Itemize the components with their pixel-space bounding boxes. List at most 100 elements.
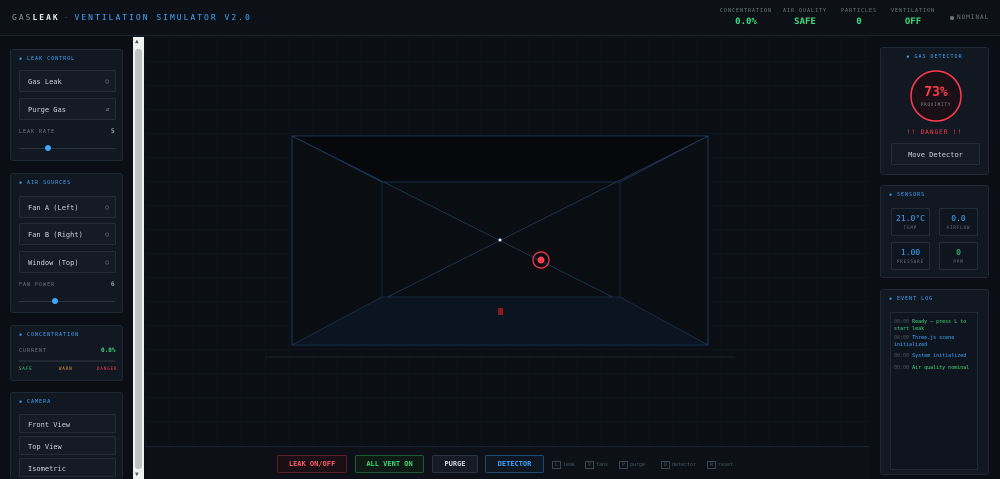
leak-control-panel: ▪ LEAK CONTROL Gas Leak ○ Purge Gas ↺ LE… [10, 49, 123, 161]
detector-button[interactable]: DETECTOR [485, 455, 544, 473]
log-entry: 00:00 Three.js scene initialized [894, 335, 955, 348]
3d-viewport[interactable] [145, 37, 869, 445]
sensor-value: 0 [956, 248, 961, 257]
danger-warning: !! DANGER !! [906, 129, 963, 136]
stat-particles: PARTICLES 0 [837, 8, 881, 27]
log-entry: 00:00 System initialized [894, 353, 967, 359]
refresh-icon: ↺ [105, 106, 109, 113]
scale-safe: SAFE [19, 366, 33, 371]
scroll-down-icon[interactable]: ▼ [135, 471, 139, 478]
window-button[interactable]: Window (Top) ○ [19, 251, 116, 273]
app-subtitle: VENTILATION SIMULATOR V2.0 [74, 13, 252, 22]
shortcut-hint: Ddetector [661, 461, 696, 469]
fan-power-value: 6 [111, 281, 115, 288]
room-scene [145, 37, 869, 445]
leak-toggle-button[interactable]: LEAK ON/OFF [277, 455, 347, 473]
isometric-button[interactable]: Isometric [19, 458, 116, 477]
circle-icon: ○ [105, 259, 109, 266]
fan-b-button[interactable]: Fan B (Right) ○ [19, 223, 116, 245]
sensor-airflow: 0.0 AIRFLOW [939, 208, 978, 236]
app-header: GASLEAK · VENTILATION SIMULATOR V2.0 CONCE… [0, 0, 1000, 36]
camera-target [498, 238, 502, 242]
purge-button[interactable]: PURGE [432, 455, 478, 473]
concentration-bar [19, 360, 115, 362]
left-panel-scrollbar[interactable]: ▲ ▼ [133, 37, 144, 479]
air-sources-panel: ▪ AIR SOURCES Fan A (Left) ○ Fan B (Righ… [10, 173, 123, 313]
stat-label: CONCENTRATION [719, 8, 773, 14]
panel-title: ▪ LEAK CONTROL [19, 56, 76, 62]
gas-detector-core[interactable] [537, 256, 545, 264]
event-log-list[interactable]: 00:00 Ready — press L to start leak 00:00… [890, 312, 978, 470]
leak-rate-slider[interactable] [19, 148, 115, 149]
fan-b-label: Fan B (Right) [28, 231, 83, 239]
shortcut-hint: Lleak [552, 461, 575, 469]
stat-concentration: CONCENTRATION 0.0% [718, 8, 774, 27]
sensors-panel: ▪ SENSORS 21.0°C TEMP 0.0 AIRFLOW 1.00 P… [880, 185, 989, 278]
detector-sub: PROXIMITY [920, 102, 952, 107]
sensor-ppm: 0 PPM [939, 242, 978, 270]
panel-title: ▪ AIR SOURCES [19, 180, 72, 186]
front-view-button[interactable]: Front View [19, 414, 116, 433]
scale-danger: DANGER [97, 366, 118, 371]
sensor-temp: 21.0°C TEMP [891, 208, 930, 236]
circle-icon: ○ [105, 78, 109, 85]
stat-label: AIR QUALITY [782, 8, 828, 14]
move-detector-button[interactable]: Move Detector [891, 143, 980, 165]
sensor-label: PRESSURE [896, 259, 925, 264]
panel-title: ▪ GAS DETECTOR [906, 54, 963, 60]
panel-title: ▪ EVENT LOG [889, 296, 934, 302]
fan-power-label: FAN POWER [19, 282, 56, 288]
concentration-panel: ▪ CONCENTRATION CURRENT 0.0% SAFE WARN D… [10, 325, 123, 381]
bottom-toolbar: LEAK ON/OFF ALL VENT ON PURGE DETECTOR L… [145, 446, 869, 479]
circle-icon: ○ [105, 231, 109, 238]
leak-rate-label: LEAK RATE [19, 129, 56, 135]
detector-percent: 73% [924, 85, 948, 100]
camera-panel: ▪ CAMERA Front View Top View Isometric [10, 392, 123, 479]
sensor-label: AIRFLOW [946, 225, 971, 230]
log-entry: 00:00 Ready — press L to start leak [894, 319, 967, 332]
leak-rate-slider-handle[interactable] [44, 145, 51, 151]
stat-air-quality: AIR QUALITY SAFE [780, 8, 830, 27]
fan-power-slider[interactable] [19, 301, 115, 302]
sensor-value: 0.0 [951, 214, 966, 223]
sensor-value: 21.0°C [896, 214, 925, 223]
brand-leak: LEAK [32, 13, 60, 22]
shortcut-hint: Rreset [707, 461, 733, 469]
gas-leak-label: Gas Leak [28, 78, 62, 86]
gas-leak-button[interactable]: Gas Leak ○ [19, 70, 116, 92]
stat-value: 0 [856, 17, 862, 27]
panel-title: ▪ CONCENTRATION [19, 332, 80, 338]
gas-detector-panel: ▪ GAS DETECTOR 73% PROXIMITY !! DANGER !… [880, 47, 989, 175]
scale-warn: WARN [59, 366, 73, 371]
fan-power-slider-handle[interactable] [51, 298, 58, 304]
brand-separator: · [63, 13, 71, 22]
stat-ventilation: VENTILATION OFF [888, 8, 938, 27]
scrollbar-thumb[interactable] [135, 49, 142, 469]
stat-label: VENTILATION [890, 8, 936, 14]
stat-value: OFF [904, 17, 922, 27]
panel-title: ▪ CAMERA [19, 399, 52, 405]
leak-source [498, 308, 503, 315]
fan-a-button[interactable]: Fan A (Left) ○ [19, 196, 116, 218]
sensor-value: 1.00 [900, 248, 921, 257]
sensor-pressure: 1.00 PRESSURE [891, 242, 930, 270]
app-brand: GASLEAK · VENTILATION SIMULATOR V2.0 [12, 13, 252, 22]
top-view-button[interactable]: Top View [19, 436, 116, 455]
front-view-label: Front View [28, 421, 71, 429]
scroll-up-icon[interactable]: ▲ [135, 38, 139, 45]
sensor-label: PPM [953, 259, 964, 264]
status-text: NOMINAL [957, 14, 990, 21]
shortcut-hint: Ppurge [619, 461, 645, 469]
purge-gas-label: Purge Gas [28, 106, 66, 114]
purge-gas-button[interactable]: Purge Gas ↺ [19, 98, 116, 120]
system-status: NOMINAL [950, 14, 989, 21]
stat-label: PARTICLES [840, 8, 878, 14]
fan-a-label: Fan A (Left) [28, 204, 79, 212]
shortcut-hint: Vfans [585, 461, 608, 469]
all-vent-on-button[interactable]: ALL VENT ON [355, 455, 424, 473]
current-label: CURRENT [19, 348, 48, 354]
panel-title: ▪ SENSORS [889, 192, 926, 198]
circle-icon: ○ [105, 204, 109, 211]
current-value: 0.0% [101, 347, 116, 354]
isometric-label: Isometric [28, 465, 66, 473]
